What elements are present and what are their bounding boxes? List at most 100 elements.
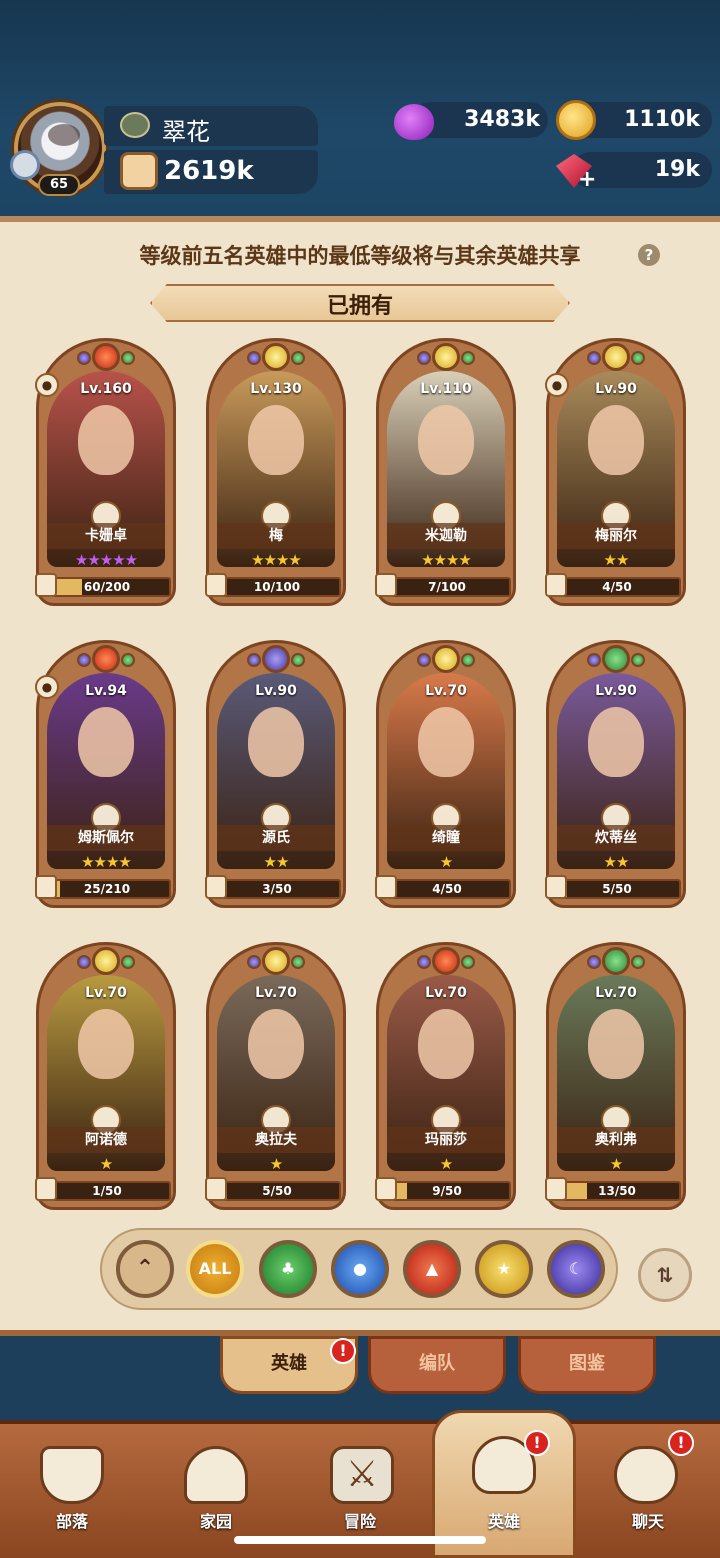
collapse-filter-button[interactable]: ⌃ (116, 1240, 174, 1298)
gold-value: 1110k (624, 107, 700, 132)
secondary-element-icon (77, 653, 91, 667)
dark-element-icon (262, 645, 290, 673)
hero-card[interactable]: Lv.90 炊蒂丝 ★★ 5/50 (545, 640, 686, 908)
hero-level: Lv.70 (85, 985, 127, 1001)
shard-progress-text: 4/50 (602, 580, 632, 594)
subtab-formation[interactable]: 编队 (368, 1336, 506, 1394)
hero-name: 姆斯佩尔 (47, 825, 165, 851)
hero-card[interactable]: ● Lv.94 姆斯佩尔 ★★★★ 25/210 (35, 640, 176, 908)
hero-name: 阿诺德 (47, 1127, 165, 1153)
help-icon[interactable]: ? (638, 244, 660, 266)
shard-progress-text: 9/50 (432, 1184, 462, 1198)
hero-level: Lv.94 (85, 683, 127, 699)
shard-progress-bar: 13/50 (553, 1181, 681, 1201)
hero-stars: ★ (439, 853, 453, 871)
hero-card[interactable]: Lv.130 梅 ★★★★ 10/100 (205, 338, 346, 606)
chat-bubble-icon (614, 1446, 678, 1504)
puzzle-piece-icon (35, 1177, 57, 1201)
compass-icon (10, 150, 40, 180)
filter-all-button[interactable]: ALL (186, 1240, 244, 1298)
shard-progress-text: 7/100 (428, 580, 466, 594)
hero-name: 玛丽莎 (387, 1127, 505, 1153)
shard-progress-text: 1/50 (92, 1184, 122, 1198)
puzzle-piece-icon (545, 1177, 567, 1201)
hero-card[interactable]: Lv.70 玛丽莎 ★ 9/50 (375, 942, 516, 1210)
shard-progress-bar: 9/50 (383, 1181, 511, 1201)
hero-level: Lv.70 (255, 985, 297, 1001)
shard-progress-text: 25/210 (83, 882, 131, 896)
secondary-element-icon (417, 955, 431, 969)
puzzle-piece-icon (375, 875, 397, 899)
hero-name: 米迦勒 (387, 523, 505, 549)
hero-stars: ★★★★ (421, 551, 472, 569)
shard-progress-bar: 25/210 (43, 879, 171, 899)
hero-name: 梅 (217, 523, 335, 549)
hero-stars: ★ (609, 1155, 623, 1173)
secondary-element-icon (247, 653, 261, 667)
shard-progress-bar: 4/50 (553, 577, 681, 597)
hero-stars: ★★★★★ (74, 551, 138, 569)
secondary-element-icon (631, 653, 645, 667)
hero-card[interactable]: ● Lv.160 卡姗卓 ★★★★★ 60/200 (35, 338, 176, 606)
hero-stars: ★★ (263, 853, 290, 871)
rank-icon (120, 112, 150, 138)
player-level-badge: 65 (38, 174, 80, 196)
crossed-swords-icon: ⚔ (330, 1446, 394, 1504)
player-power: 2619k (164, 156, 254, 186)
shard-progress-bar: 4/50 (383, 879, 511, 899)
player-name: 翠花 (162, 118, 210, 146)
hero-stars: ★★★★ (81, 853, 132, 871)
hero-card[interactable]: Lv.70 绮瞳 ★ 4/50 (375, 640, 516, 908)
hero-level: Lv.70 (425, 985, 467, 1001)
filter-water-button[interactable]: ● (331, 1240, 389, 1298)
hero-level: Lv.70 (595, 985, 637, 1001)
puzzle-piece-icon (205, 1177, 227, 1201)
filter-fire-button[interactable]: ▲ (403, 1240, 461, 1298)
shard-progress-text: 5/50 (602, 882, 632, 896)
filter-light-button[interactable]: ★ (475, 1240, 533, 1298)
secondary-element-icon (77, 955, 91, 969)
coin-icon (556, 100, 596, 140)
fire-element-icon (92, 343, 120, 371)
subtab-codex[interactable]: 图鉴 (518, 1336, 656, 1394)
shard-progress-text: 10/100 (253, 580, 301, 594)
shard-progress-text: 4/50 (432, 882, 462, 896)
secondary-element-icon (291, 653, 305, 667)
hero-card[interactable]: ● Lv.90 梅丽尔 ★★ 4/50 (545, 338, 686, 606)
puzzle-piece-icon (205, 875, 227, 899)
filter-nature-button[interactable]: ♣ (259, 1240, 317, 1298)
shard-progress-bar: 7/100 (383, 577, 511, 597)
notification-badge: ! (524, 1430, 550, 1456)
hero-name: 奥利弗 (557, 1127, 675, 1153)
add-gems-icon[interactable]: + (578, 169, 598, 191)
puzzle-piece-icon (545, 573, 567, 597)
fist-icon (120, 152, 158, 190)
cat-face-icon (48, 124, 80, 146)
nav-home-label: 家园 (199, 1512, 232, 1531)
hero-level: Lv.90 (255, 683, 297, 699)
secondary-element-icon (417, 653, 431, 667)
nav-heroes-label: 英雄 (487, 1512, 520, 1531)
hero-card[interactable]: Lv.90 源氏 ★★ 3/50 (205, 640, 346, 908)
hero-name: 梅丽尔 (557, 523, 675, 549)
nav-tribe-label: 部落 (55, 1512, 88, 1531)
filter-dark-button[interactable]: ☾ (547, 1240, 605, 1298)
sort-button[interactable]: ⇅ (638, 1248, 692, 1302)
shard-progress-text: 60/200 (83, 580, 131, 594)
light-element-icon (262, 947, 290, 975)
shard-progress-bar: 10/100 (213, 577, 341, 597)
tribe-banner-icon (40, 1446, 104, 1504)
hero-name: 卡姗卓 (47, 523, 165, 549)
secondary-element-icon (587, 653, 601, 667)
sort-icon: ⇅ (656, 1263, 674, 1287)
hero-card[interactable]: Lv.110 米迦勒 ★★★★ 7/100 (375, 338, 516, 606)
hero-card[interactable]: Lv.70 奥利弗 ★ 13/50 (545, 942, 686, 1210)
secondary-element-icon (291, 351, 305, 365)
hero-stars: ★★★★ (251, 551, 302, 569)
secondary-element-icon (247, 351, 261, 365)
hero-card[interactable]: Lv.70 奥拉夫 ★ 5/50 (205, 942, 346, 1210)
hero-card[interactable]: Lv.70 阿诺德 ★ 1/50 (35, 942, 176, 1210)
secondary-element-icon (247, 955, 261, 969)
puzzle-piece-icon (375, 573, 397, 597)
hero-name: 源氏 (217, 825, 335, 851)
